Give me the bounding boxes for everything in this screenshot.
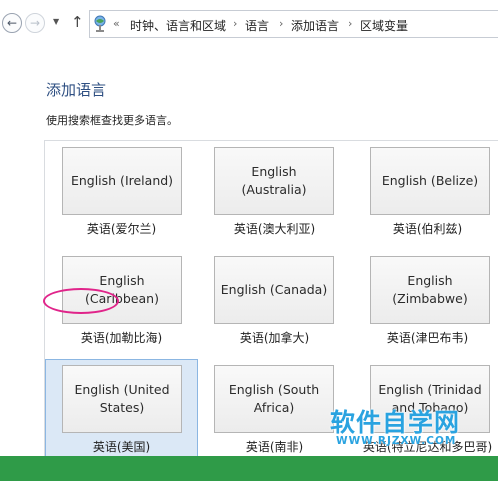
language-native-name: 英语(澳大利亚) [233,222,316,236]
breadcrumb-separator-icon[interactable]: › [233,17,237,30]
language-item-ireland[interactable]: English (Ireland) 英语(爱尔兰) [45,141,198,249]
language-item-south-africa[interactable]: English (South Africa) 英语(南非) [198,359,351,467]
bottom-banner [0,456,498,481]
language-native-name: 英语(加拿大) [239,331,310,345]
back-arrow-icon[interactable]: ← [2,13,22,33]
language-tile[interactable]: English (Belize) [370,147,490,215]
watermark-text: 软件自学网 [330,408,461,437]
language-tile[interactable]: English (Ireland) [62,147,182,215]
breadcrumb-add-language[interactable]: 添加语言 [291,17,339,34]
page-title: 添加语言 [46,81,107,99]
breadcrumb-clock-language-region[interactable]: 时钟、语言和区域 [130,17,226,34]
language-item-australia[interactable]: English (Australia) 英语(澳大利亚) [198,141,351,249]
language-item-united-states[interactable]: English (United States) 英语(美国) [45,359,198,467]
breadcrumb-regional-variants[interactable]: 区域变量 [360,17,408,34]
breadcrumb-language[interactable]: 语言 [245,17,269,34]
breadcrumb-separator-icon[interactable]: › [279,17,283,30]
language-native-name: 英语(伯利兹) [392,222,463,236]
language-tile[interactable]: English (Australia) [214,147,334,215]
language-tile[interactable]: English (Canada) [214,256,334,324]
language-native-name: 英语(加勒比海) [80,331,163,345]
language-item-belize[interactable]: English (Belize) 英语(伯利兹) [351,141,498,249]
up-arrow-icon[interactable]: ↑ [71,13,84,31]
language-item-zimbabwe[interactable]: English (Zimbabwe) 英语(津巴布韦) [351,250,498,358]
language-native-name: 英语(爱尔兰) [86,222,157,236]
language-tile[interactable]: English (South Africa) [214,365,334,433]
address-bar: ← → ▼ ↑ « 时钟、语言和区域 › 语言 › 添加语言 › 区域变量 [0,0,498,48]
language-tile[interactable]: English (United States) [62,365,182,433]
language-item-canada[interactable]: English (Canada) 英语(加拿大) [198,250,351,358]
breadcrumb[interactable]: « 时钟、语言和区域 › 语言 › 添加语言 › 区域变量 [89,10,498,38]
language-native-name: 英语(津巴布韦) [386,331,469,345]
search-hint: 使用搜索框查找更多语言。 [46,114,178,127]
language-native-name: 英语(南非) [245,440,304,454]
highlight-circle [43,288,119,314]
control-panel-icon [94,15,106,32]
forward-arrow-icon[interactable]: → [25,13,45,33]
watermark-url: WWW.RJZXW.COM [336,435,457,447]
breadcrumb-separator-icon[interactable]: › [348,17,352,30]
recent-pages-chevron-icon[interactable]: ▼ [53,17,59,26]
language-native-name: 英语(美国) [92,440,151,454]
breadcrumb-overflow-icon[interactable]: « [113,17,120,30]
language-tile[interactable]: English (Zimbabwe) [370,256,490,324]
